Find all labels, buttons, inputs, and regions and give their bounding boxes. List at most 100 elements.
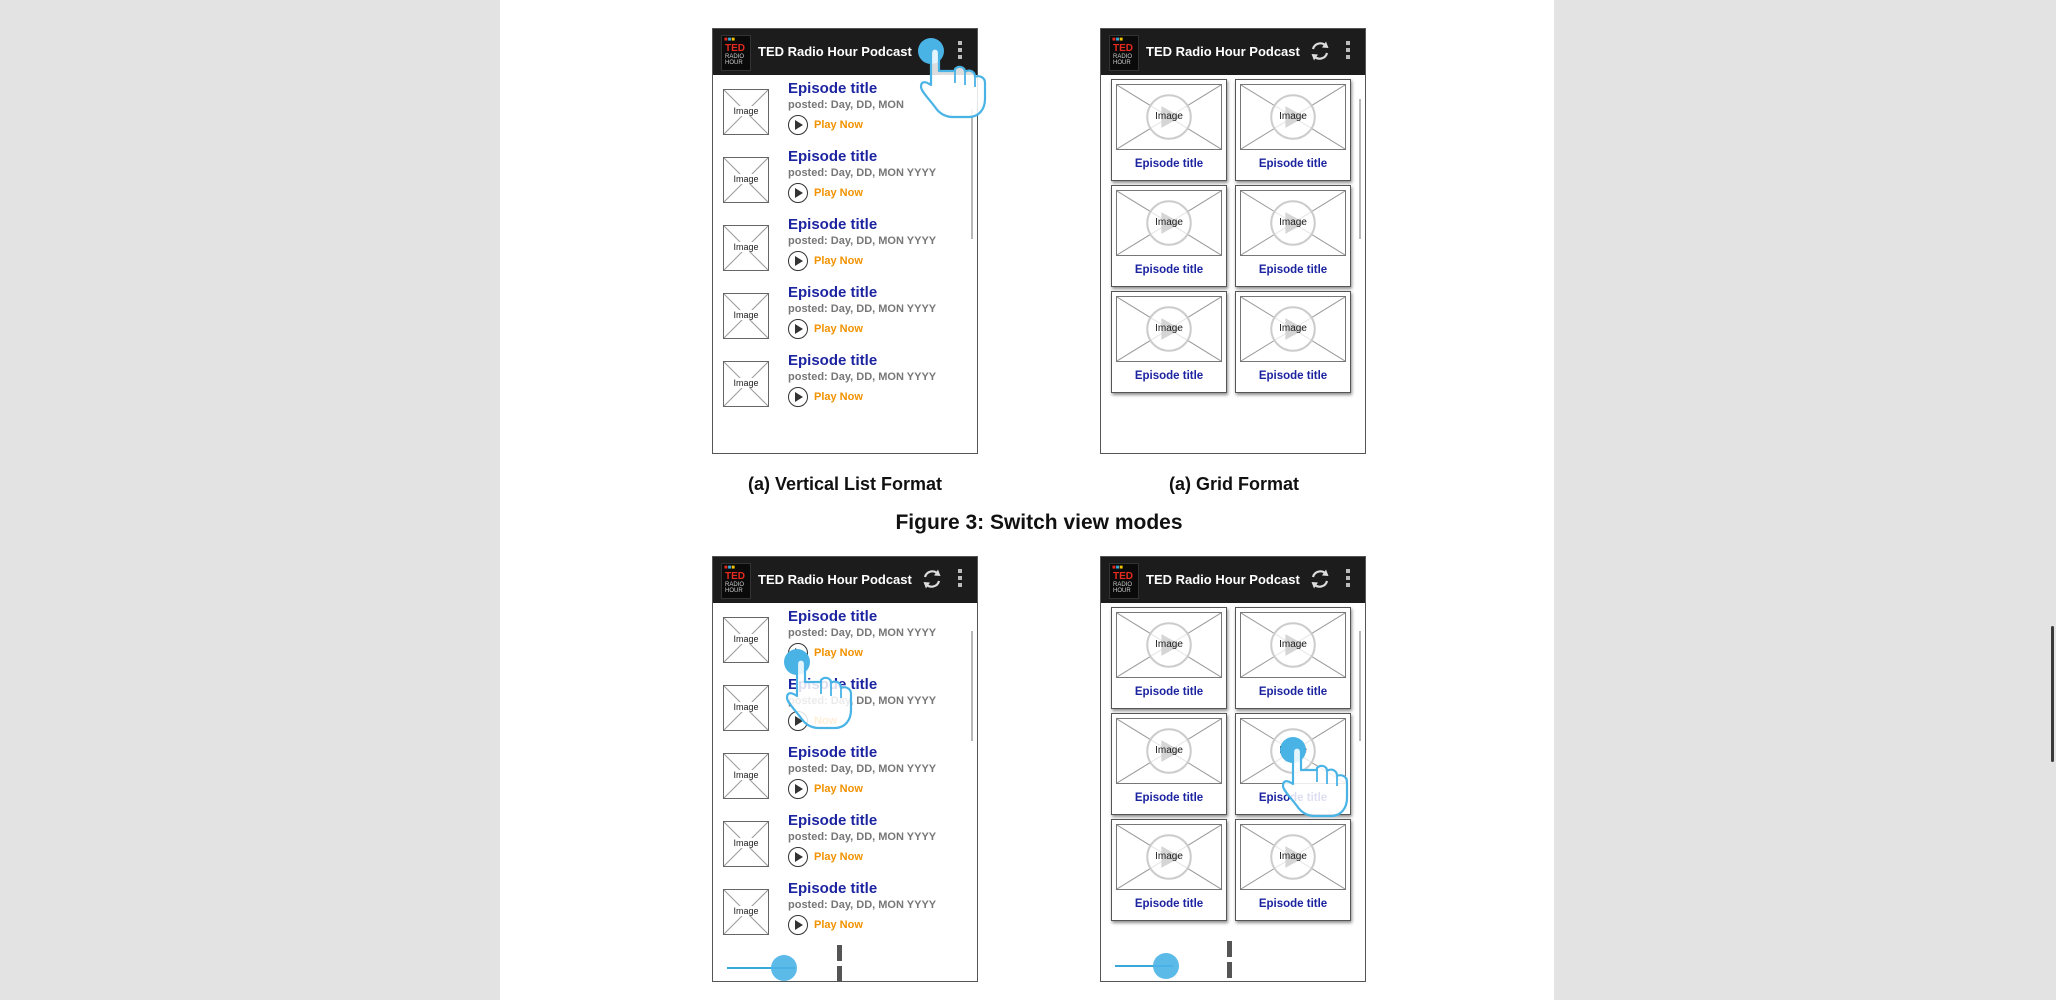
- thumbnail-label: Image: [1279, 217, 1307, 228]
- episode-thumbnail: Image: [1240, 296, 1346, 362]
- figure-title: Figure 3: Switch view modes: [895, 511, 1183, 534]
- episode-thumbnail: Image: [1116, 84, 1222, 150]
- play-icon[interactable]: [788, 183, 808, 203]
- play-icon[interactable]: [788, 915, 808, 935]
- thumbnail-label: Image: [724, 310, 768, 320]
- episode-title[interactable]: Episode title: [788, 608, 877, 625]
- list-item[interactable]: Image Episode title posted: Day, DD, MON Y…: [713, 877, 977, 945]
- episode-title[interactable]: Episode title: [788, 148, 877, 165]
- play-icon[interactable]: [788, 847, 808, 867]
- play-now-label: Play Now: [814, 187, 863, 199]
- episode-title[interactable]: Episode title: [1236, 686, 1350, 698]
- hand-tap-icon: [917, 37, 989, 126]
- grid-card[interactable]: Image Episode title: [1235, 185, 1351, 287]
- episode-thumbnail: Image: [723, 753, 769, 799]
- episode-title[interactable]: Episode title: [788, 284, 877, 301]
- list-item[interactable]: Image Episode title posted: Day, DD, MON Y…: [713, 213, 977, 281]
- logo-ted-text: TED: [1113, 571, 1133, 582]
- play-now-button[interactable]: Play Now: [788, 115, 918, 137]
- grid-card[interactable]: Image Episode title: [1111, 79, 1227, 181]
- play-icon[interactable]: [788, 387, 808, 407]
- app-title: TED Radio Hour Podcast: [758, 44, 912, 59]
- refresh-icon[interactable]: [1309, 568, 1331, 590]
- app-bar: ■■■ TED RADIO HOUR TED Radio Hour Podcast: [713, 557, 977, 603]
- episode-thumbnail: Image: [723, 685, 769, 731]
- episode-thumbnail: Image: [723, 361, 769, 407]
- episode-title[interactable]: Episode title: [1236, 158, 1350, 170]
- episode-title[interactable]: Episode title: [1112, 370, 1226, 382]
- list-item[interactable]: Image Episode title posted: Day, DD, MON Y…: [713, 809, 977, 877]
- pause-icon[interactable]: [1227, 941, 1241, 978]
- refresh-icon[interactable]: [921, 568, 943, 590]
- grid-scrollbar[interactable]: [1359, 99, 1361, 239]
- thumbnail-label: Image: [724, 634, 768, 644]
- thumbnail-label: Image: [1155, 851, 1183, 862]
- play-now-button[interactable]: Play Now: [788, 915, 918, 937]
- episode-title[interactable]: Episode title: [1112, 898, 1226, 910]
- hand-tap-icon: [783, 648, 855, 737]
- list-item[interactable]: Image Episode title posted: Day, DD, MON Y…: [713, 281, 977, 349]
- play-now-button[interactable]: Play Now: [788, 319, 918, 341]
- play-icon[interactable]: [788, 115, 808, 135]
- app-title: TED Radio Hour Podcast: [758, 572, 912, 587]
- episode-title[interactable]: Episode title: [788, 744, 877, 761]
- list-item[interactable]: Image Episode title posted: Day, DD, MON Y…: [713, 349, 977, 417]
- episode-thumbnail: Image: [723, 889, 769, 935]
- episode-title[interactable]: Episode title: [1236, 264, 1350, 276]
- browser-scrollbar-thumb[interactable]: [2051, 626, 2054, 762]
- play-now-button[interactable]: Play Now: [788, 387, 918, 409]
- overflow-menu-icon[interactable]: [957, 569, 963, 589]
- play-now-label: Play Now: [814, 119, 863, 131]
- pause-icon[interactable]: [837, 945, 851, 981]
- episode-title[interactable]: Episode title: [1112, 158, 1226, 170]
- list-item[interactable]: Image Episode title posted: Day, DD, MON Y…: [713, 145, 977, 213]
- episode-title[interactable]: Episode title: [1112, 792, 1226, 804]
- browser-scrollbar[interactable]: [2040, 0, 2056, 1000]
- episode-title[interactable]: Episode title: [788, 880, 877, 897]
- episode-thumbnail: Image: [1116, 824, 1222, 890]
- overflow-menu-icon[interactable]: [1345, 41, 1351, 61]
- episode-title[interactable]: Episode title: [1112, 686, 1226, 698]
- play-now-button[interactable]: Play Now: [788, 251, 918, 273]
- grid-scrollbar[interactable]: [1359, 631, 1361, 741]
- seek-knob[interactable]: [1153, 953, 1179, 979]
- episode-title[interactable]: Episode title: [1236, 370, 1350, 382]
- app-bar: ■■■ TED RADIO HOUR TED Radio Hour Podcast: [1101, 557, 1365, 603]
- play-now-button[interactable]: Play Now: [788, 847, 918, 869]
- overflow-menu-icon[interactable]: [1345, 569, 1351, 589]
- episode-title[interactable]: Episode title: [1112, 264, 1226, 276]
- grid-card[interactable]: Image Episode title: [1111, 291, 1227, 393]
- thumbnail-label: Image: [724, 106, 768, 116]
- grid-card[interactable]: Image Episode title: [1235, 79, 1351, 181]
- refresh-icon[interactable]: [1309, 40, 1331, 62]
- grid-card[interactable]: Image Episode title: [1111, 607, 1227, 709]
- grid-card[interactable]: Image Episode title: [1235, 607, 1351, 709]
- phone-list-view: ■■■ TED RADIO HOUR TED Radio Hour Podcast Im…: [712, 556, 978, 982]
- episode-title[interactable]: Episode title: [788, 80, 877, 97]
- thumbnail-label: Image: [724, 770, 768, 780]
- seek-knob[interactable]: [771, 955, 797, 981]
- episode-thumbnail: Image: [1240, 190, 1346, 256]
- episode-title[interactable]: Episode title: [788, 216, 877, 233]
- play-now-button[interactable]: Play Now: [788, 779, 918, 801]
- posted-date: posted: Day, DD, MON YYYY: [788, 303, 937, 315]
- play-icon[interactable]: [788, 319, 808, 339]
- play-now-button[interactable]: Play Now: [788, 183, 918, 205]
- thumbnail-label: Image: [1155, 745, 1183, 756]
- episode-title[interactable]: Episode title: [788, 812, 877, 829]
- grid-card[interactable]: Image Episode title: [1235, 819, 1351, 921]
- play-now-label: Play Now: [814, 783, 863, 795]
- posted-date: posted: Day, DD, MON YYYY: [788, 899, 937, 911]
- grid-card[interactable]: Image Episode title: [1235, 291, 1351, 393]
- grid-card[interactable]: Image Episode title: [1111, 819, 1227, 921]
- thumbnail-label: Image: [1279, 851, 1307, 862]
- thumbnail-label: Image: [1279, 639, 1307, 650]
- play-icon[interactable]: [788, 251, 808, 271]
- play-icon[interactable]: [788, 779, 808, 799]
- grid-card[interactable]: Image Episode title: [1111, 713, 1227, 815]
- grid-card[interactable]: Image Episode title: [1111, 185, 1227, 287]
- list-item[interactable]: Image Episode title posted: Day, DD, MON Y…: [713, 741, 977, 809]
- episode-title[interactable]: Episode title: [1236, 898, 1350, 910]
- episode-thumbnail: Image: [723, 617, 769, 663]
- episode-title[interactable]: Episode title: [788, 352, 877, 369]
